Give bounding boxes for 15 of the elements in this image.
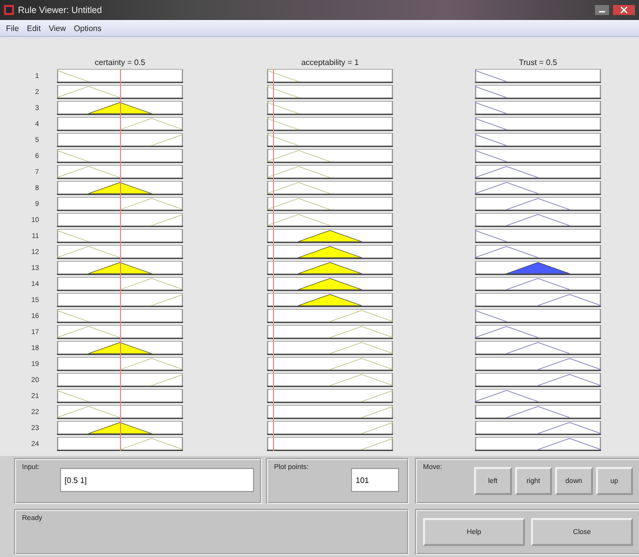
input-marker-line[interactable] bbox=[273, 69, 274, 451]
input-field[interactable]: [0.5 1] bbox=[60, 468, 254, 492]
window-title: Rule Viewer: Untitled bbox=[18, 5, 102, 15]
app-icon bbox=[4, 5, 14, 15]
plot-points-field[interactable]: 101 bbox=[350, 468, 399, 492]
close-icon[interactable] bbox=[613, 5, 635, 15]
menu-item[interactable]: Edit bbox=[26, 24, 41, 32]
input-marker-line[interactable] bbox=[120, 69, 121, 451]
menu-item[interactable]: Options bbox=[74, 24, 102, 32]
menu-item[interactable]: View bbox=[48, 24, 66, 32]
menu-item[interactable]: File bbox=[6, 24, 19, 32]
variable-label: Trust = 0.5 bbox=[518, 58, 558, 67]
variable-label: certainty = 0.5 bbox=[94, 58, 146, 67]
variable-label: acceptability = 1 bbox=[301, 58, 359, 67]
minimize-icon[interactable] bbox=[595, 5, 609, 15]
